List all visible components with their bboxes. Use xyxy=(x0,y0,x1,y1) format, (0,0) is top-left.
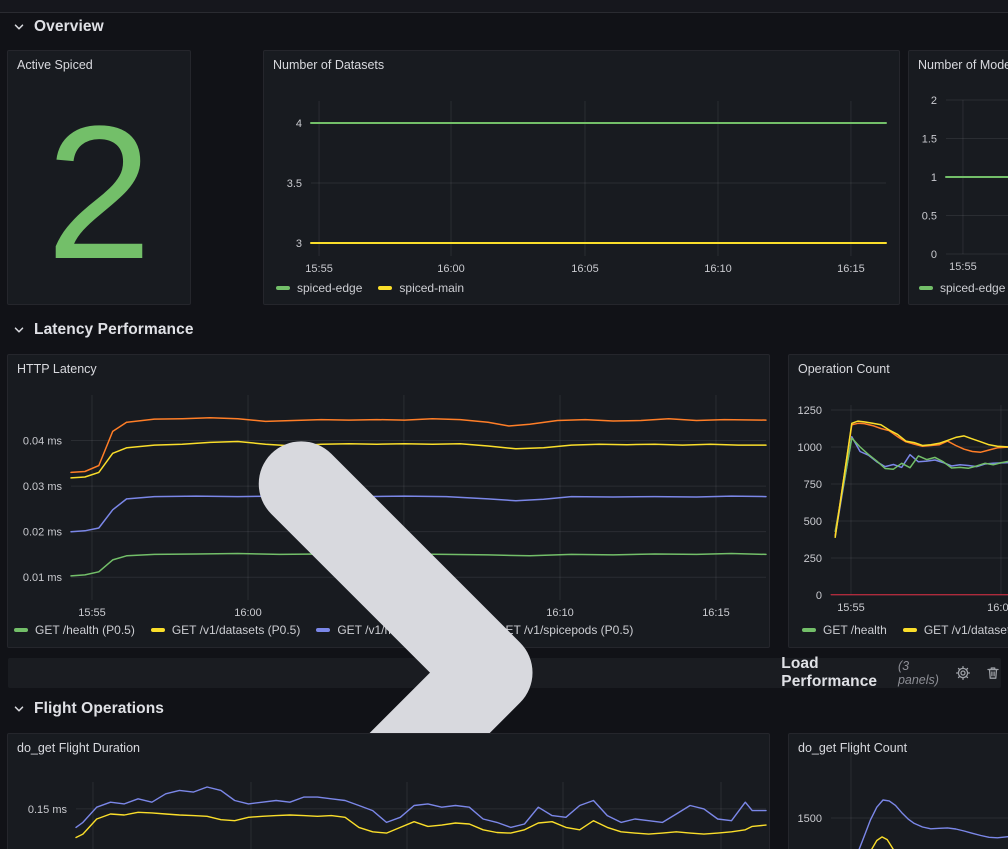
svg-text:15:55: 15:55 xyxy=(837,602,865,614)
legend-item[interactable]: spiced-edge xyxy=(919,281,1005,295)
legend-label: GET /health xyxy=(823,623,887,637)
legend-item[interactable]: spiced-edge xyxy=(276,281,362,295)
trash-button[interactable] xyxy=(985,665,1001,681)
legend-item[interactable]: GET /health xyxy=(802,623,887,637)
svg-text:3.5: 3.5 xyxy=(287,178,302,190)
svg-text:16:10: 16:10 xyxy=(704,263,732,275)
svg-text:2: 2 xyxy=(931,95,937,107)
grafana-dashboard: { "sections": { "overview": { "label": "… xyxy=(0,0,1008,849)
svg-text:1250: 1250 xyxy=(798,405,822,417)
gear-icon xyxy=(955,665,971,681)
top-toolbar-edge xyxy=(0,0,1008,13)
legend-item[interactable]: GET /v1/datasets xyxy=(903,623,1008,637)
legend-operation-count: GET /health GET /v1/datasets xyxy=(802,623,1008,637)
panel-flight-duration: do_get Flight Duration 0.15 ms xyxy=(7,733,770,849)
svg-text:15:55: 15:55 xyxy=(305,263,333,275)
legend-swatch xyxy=(903,628,917,632)
section-title-overview: Overview xyxy=(34,18,104,36)
svg-text:0.5: 0.5 xyxy=(922,211,937,223)
section-panel-count: (3 panels) xyxy=(898,659,941,687)
svg-text:250: 250 xyxy=(804,553,822,565)
legend-item[interactable]: spiced-main xyxy=(378,281,464,295)
legend-swatch xyxy=(802,628,816,632)
svg-text:16:00: 16:00 xyxy=(437,263,465,275)
svg-text:1.5: 1.5 xyxy=(922,134,937,146)
section-title-load-performance: Load Performance xyxy=(781,655,888,691)
panel-number-of-models: Number of Models 21.510.5015:5516:00 spi… xyxy=(908,50,1008,305)
legend-label: spiced-main xyxy=(399,281,464,295)
legend-number-of-models: spiced-edge xyxy=(919,281,1005,295)
legend-label: spiced-edge xyxy=(297,281,362,295)
section-title-flight-operations: Flight Operations xyxy=(34,700,164,718)
svg-text:1: 1 xyxy=(931,172,937,184)
number-of-models-chart[interactable]: 21.510.5015:5516:00 xyxy=(909,51,1008,305)
number-of-datasets-chart[interactable]: 4 3.5 3 15:55 16:00 16:05 16:10 16:15 xyxy=(264,51,900,305)
legend-number-of-datasets: spiced-edge spiced-main xyxy=(276,281,464,295)
trash-icon xyxy=(985,665,1001,681)
panel-flight-count: do_get Flight Count 1500 xyxy=(788,733,1008,849)
panel-title-active-spiced[interactable]: Active Spiced xyxy=(17,58,93,72)
legend-swatch xyxy=(276,286,290,290)
panel-number-of-datasets: Number of Datasets 43.5315:5516:0016:051… xyxy=(263,50,900,305)
section-header-flight-operations[interactable]: Flight Operations xyxy=(12,700,164,718)
section-header-load-performance[interactable]: Load Performance (3 panels) xyxy=(8,658,1001,688)
svg-text:4: 4 xyxy=(296,118,302,130)
section-header-overview[interactable]: Overview xyxy=(12,18,104,36)
legend-swatch xyxy=(919,286,933,290)
flight-count-chart[interactable]: 1500 xyxy=(789,734,1008,849)
svg-text:0: 0 xyxy=(816,590,822,602)
flight-duration-chart[interactable]: 0.15 ms xyxy=(8,734,770,849)
svg-text:500: 500 xyxy=(804,516,822,528)
panel-operation-count: Operation Count 12501000750500250015:551… xyxy=(788,354,1008,648)
svg-text:3: 3 xyxy=(296,238,302,250)
svg-text:750: 750 xyxy=(804,479,822,491)
svg-text:16:15: 16:15 xyxy=(837,263,865,275)
chevron-down-icon xyxy=(12,702,26,716)
svg-text:1500: 1500 xyxy=(798,813,822,825)
svg-text:16:05: 16:05 xyxy=(571,263,599,275)
operation-count-chart[interactable]: 1250 1000 750 500 250 0 15:55 16:00 xyxy=(789,355,1008,648)
legend-label: spiced-edge xyxy=(940,281,1005,295)
legend-label: GET /v1/datasets xyxy=(924,623,1008,637)
svg-text:0.15 ms: 0.15 ms xyxy=(28,804,68,816)
svg-text:16:00: 16:00 xyxy=(987,602,1008,614)
svg-text:0: 0 xyxy=(931,249,937,261)
legend-swatch xyxy=(378,286,392,290)
svg-text:15:55: 15:55 xyxy=(949,261,977,273)
svg-text:1000: 1000 xyxy=(798,442,822,454)
gear-button[interactable] xyxy=(955,665,971,681)
chevron-down-icon xyxy=(12,20,26,34)
stat-value: 2 xyxy=(8,81,190,304)
panel-active-spiced: Active Spiced 2 xyxy=(7,50,191,305)
